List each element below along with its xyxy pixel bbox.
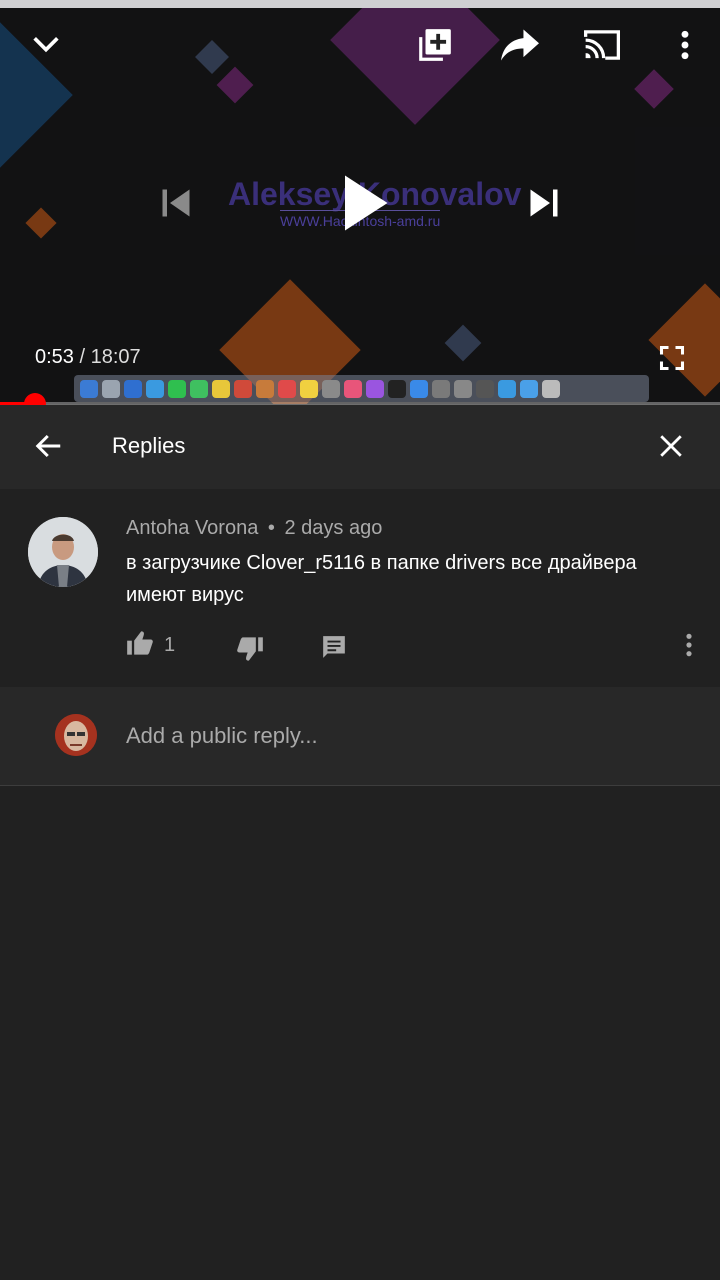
skip-next-icon [530, 189, 558, 217]
replies-title: Replies [112, 433, 186, 458]
cast-icon [584, 30, 620, 60]
share-button[interactable] [494, 20, 546, 70]
arrow-back-icon [35, 434, 61, 458]
reply-input[interactable] [126, 719, 686, 753]
reply-box [0, 687, 720, 786]
time-display: 0:53 / 18:07 [35, 346, 141, 368]
fullscreen-button[interactable] [650, 336, 694, 380]
cast-button[interactable] [577, 20, 627, 70]
video-player[interactable]: Aleksey Konovalov WWW.Hackintosh-amd.ru [0, 0, 720, 404]
more-vert-icon [686, 633, 692, 657]
share-icon [501, 29, 539, 61]
comment-timestamp: 2 days ago [284, 517, 383, 539]
dislike-button[interactable] [232, 631, 268, 667]
close-button[interactable] [648, 423, 694, 469]
duration: 18:07 [90, 346, 141, 368]
avatar[interactable] [28, 517, 98, 587]
comment-more-button[interactable] [674, 627, 704, 663]
collapse-player-button[interactable] [22, 20, 70, 68]
recorded-dock [74, 375, 649, 402]
play-icon [345, 175, 388, 231]
like-button[interactable] [122, 625, 158, 661]
player-more-button[interactable] [664, 20, 706, 70]
add-to-playlist-button[interactable] [410, 20, 460, 70]
comment-meta: Antoha Vorona • 2 days ago [126, 517, 382, 540]
recorded-menubar [0, 0, 720, 8]
comment: Antoha Vorona • 2 days ago в загрузчике … [0, 489, 720, 687]
current-time: 0:53 [35, 346, 74, 368]
chevron-down-icon [33, 37, 59, 53]
meta-separator: • [267, 517, 275, 539]
my-avatar-image [55, 714, 97, 756]
thumb-up-icon [127, 631, 153, 655]
skip-previous-icon [162, 189, 190, 217]
comment-icon [323, 636, 345, 658]
replies-header: Replies [0, 405, 720, 489]
next-button[interactable] [520, 178, 568, 228]
reply-button[interactable] [316, 629, 352, 665]
playlist-add-icon [419, 29, 451, 61]
comment-text: в загрузчике Clover_r5116 в папке driver… [126, 552, 637, 606]
previous-button[interactable] [152, 178, 200, 228]
more-vert-icon [681, 30, 689, 60]
back-button[interactable] [26, 423, 72, 469]
thumb-down-icon [237, 637, 263, 661]
like-count: 1 [164, 634, 176, 656]
comment-author[interactable]: Antoha Vorona [126, 517, 258, 539]
close-icon [660, 435, 682, 457]
my-avatar [55, 714, 97, 756]
fullscreen-icon [659, 345, 685, 371]
play-button[interactable] [330, 168, 400, 238]
avatar-image [28, 517, 98, 587]
